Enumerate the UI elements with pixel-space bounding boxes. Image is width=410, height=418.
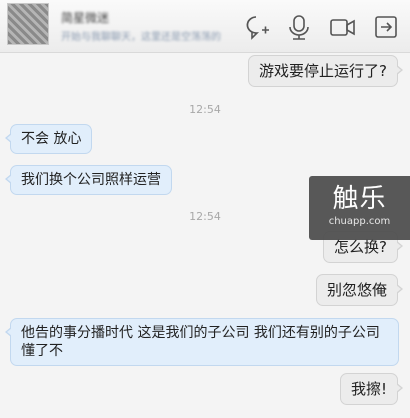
message-incoming[interactable]: 不会 放心 [4,124,93,154]
avatar[interactable] [7,3,49,45]
message-outgoing[interactable]: 别忽悠俺 [315,274,404,306]
message-outgoing[interactable]: 我擦! [339,373,404,405]
timestamp: 12:54 [189,103,221,116]
watermark-logo: 触乐 [332,184,387,214]
chat-header: 简星微迷 开始与我聊聊天，这里还是空荡荡的 [0,0,410,53]
watermark: 触乐 chuapp.com [309,176,410,240]
watermark-url: chuapp.com [328,216,391,227]
message-incoming[interactable]: 我们换个公司照样运营 [5,165,172,195]
chat-add-icon[interactable] [242,12,272,42]
microphone-icon[interactable] [284,12,314,42]
share-icon[interactable] [371,12,401,42]
contact-name[interactable]: 简星微迷 [61,9,109,26]
contact-signature: 开始与我聊聊天，这里还是空荡荡的 [61,32,221,43]
message-incoming[interactable]: 他告的事分播时代 这是我们的子公司 我们还有别的子公司懂了不 [5,318,399,366]
message-outgoing[interactable]: 游戏要停止运行了? [248,55,403,87]
video-call-icon[interactable] [327,12,357,42]
